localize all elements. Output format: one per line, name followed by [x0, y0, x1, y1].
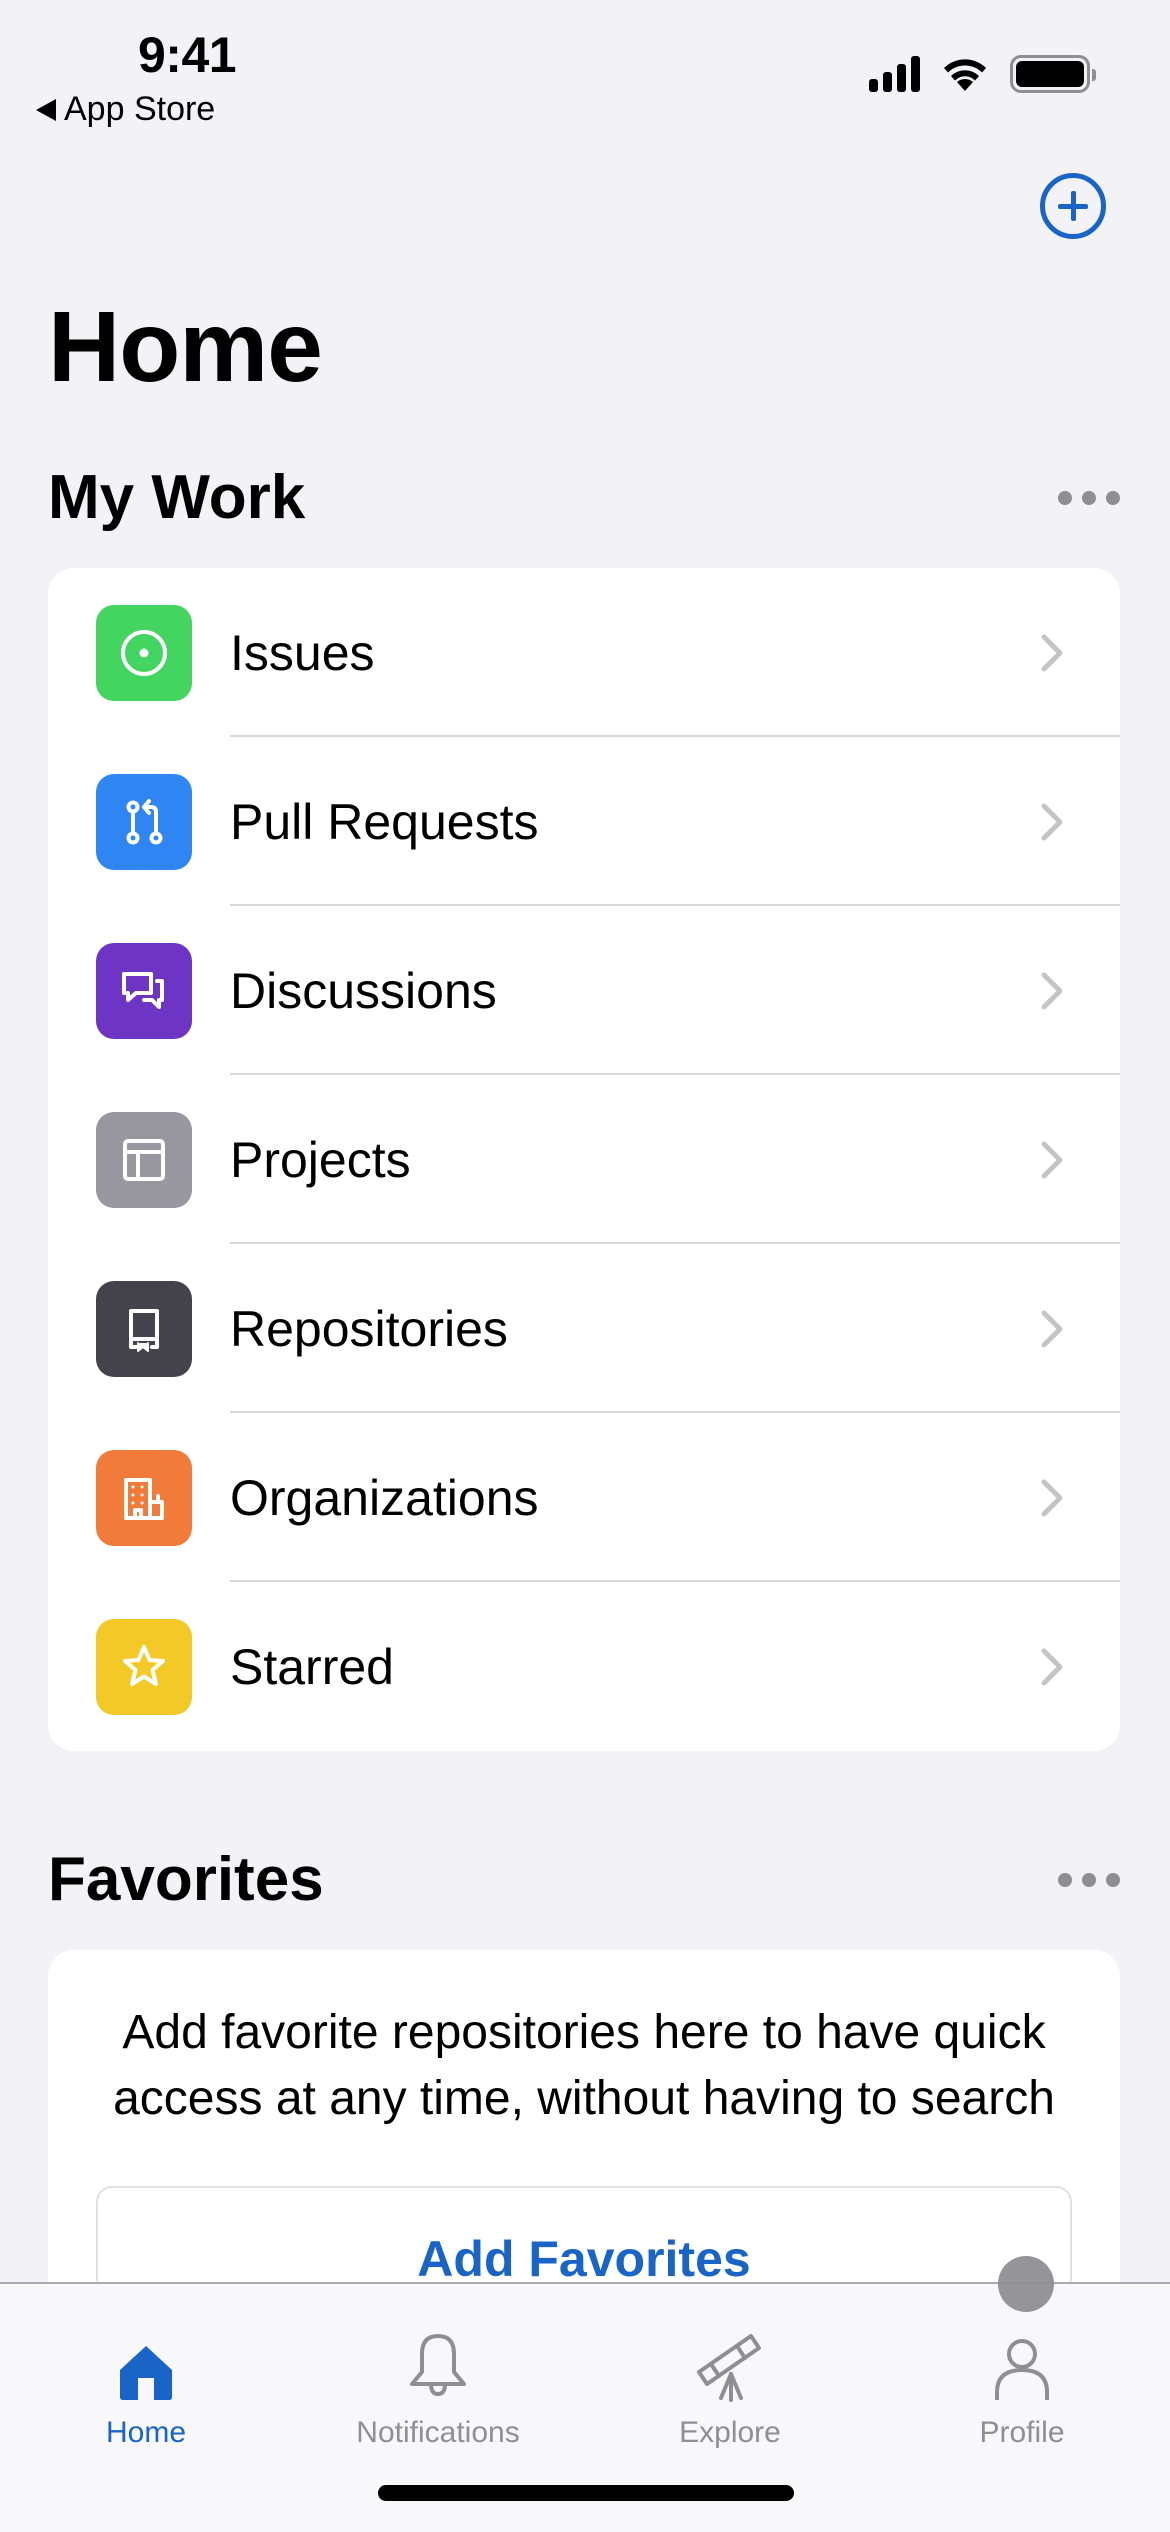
ellipsis-icon: [1058, 1872, 1072, 1887]
battery-full-icon: [1010, 55, 1096, 93]
back-label: App Store: [64, 90, 216, 128]
list-item-pull-requests[interactable]: Pull Requests: [48, 737, 1120, 906]
repo-icon: [96, 1280, 192, 1377]
list-item-projects[interactable]: Projects: [48, 1075, 1120, 1244]
tab-label: Explore: [679, 2416, 781, 2449]
my-work-list: Issues Pull Requests Discussions Project…: [48, 568, 1120, 1751]
home-indicator[interactable]: [378, 2485, 794, 2501]
back-to-app-store[interactable]: App Store: [36, 90, 215, 129]
tab-home[interactable]: Home: [0, 2302, 292, 2450]
chevron-right-icon: [1028, 798, 1076, 846]
status-icons: [869, 55, 1096, 93]
tab-label: Home: [105, 2416, 187, 2449]
chevron-right-icon: [1028, 1305, 1076, 1353]
back-triangle-icon: [36, 98, 56, 121]
my-work-header: My Work: [48, 462, 1120, 533]
git-pull-request-icon: [96, 773, 192, 870]
ellipsis-icon: [1058, 490, 1072, 505]
telescope-icon: [693, 2302, 767, 2402]
star-icon: [96, 1618, 192, 1715]
item-label: Starred: [230, 1638, 394, 1695]
favorites-header: Favorites: [48, 1844, 1120, 1915]
organization-icon: [96, 1449, 192, 1546]
list-item-starred[interactable]: Starred: [48, 1582, 1120, 1751]
list-item-repositories[interactable]: Repositories: [48, 1244, 1120, 1413]
wifi-icon: [944, 59, 986, 91]
issue-opened-icon: [96, 604, 192, 701]
status-time: 9:41: [138, 27, 237, 83]
touch-indicator: [998, 2256, 1054, 2312]
item-label: Repositories: [230, 1300, 508, 1357]
chevron-right-icon: [1028, 967, 1076, 1015]
project-table-icon: [96, 1111, 192, 1208]
plus-circle-icon[interactable]: [1040, 173, 1106, 239]
chevron-right-icon: [1028, 1136, 1076, 1184]
person-icon: [992, 2302, 1052, 2402]
page-title: Home: [48, 291, 323, 403]
favorites-more-button[interactable]: [1058, 1865, 1120, 1895]
comment-discussion-icon: [96, 942, 192, 1039]
item-label: Pull Requests: [230, 793, 539, 850]
my-work-title: My Work: [48, 463, 306, 532]
tab-notifications[interactable]: Notifications: [292, 2302, 584, 2450]
list-item-discussions[interactable]: Discussions: [48, 906, 1120, 1075]
favorites-empty-text: Add favorite repositories here to have q…: [113, 2006, 1055, 2125]
tab-explore[interactable]: Explore: [584, 2302, 876, 2450]
item-label: Issues: [230, 624, 375, 681]
tab-label: Notifications: [356, 2416, 520, 2449]
tab-label: Profile: [979, 2416, 1065, 2449]
favorites-title: Favorites: [48, 1845, 324, 1914]
item-label: Projects: [230, 1131, 411, 1188]
item-label: Discussions: [230, 962, 497, 1019]
my-work-more-button[interactable]: [1058, 483, 1120, 513]
tab-profile[interactable]: Profile: [876, 2302, 1168, 2450]
chevron-right-icon: [1028, 629, 1076, 677]
cellular-signal-icon: [869, 56, 920, 92]
bell-icon: [406, 2302, 470, 2402]
list-item-issues[interactable]: Issues: [48, 568, 1120, 737]
item-label: Organizations: [230, 1469, 539, 1526]
list-item-organizations[interactable]: Organizations: [48, 1413, 1120, 1582]
home-fill-icon: [118, 2302, 174, 2402]
chevron-right-icon: [1028, 1474, 1076, 1522]
chevron-right-icon: [1028, 1643, 1076, 1691]
